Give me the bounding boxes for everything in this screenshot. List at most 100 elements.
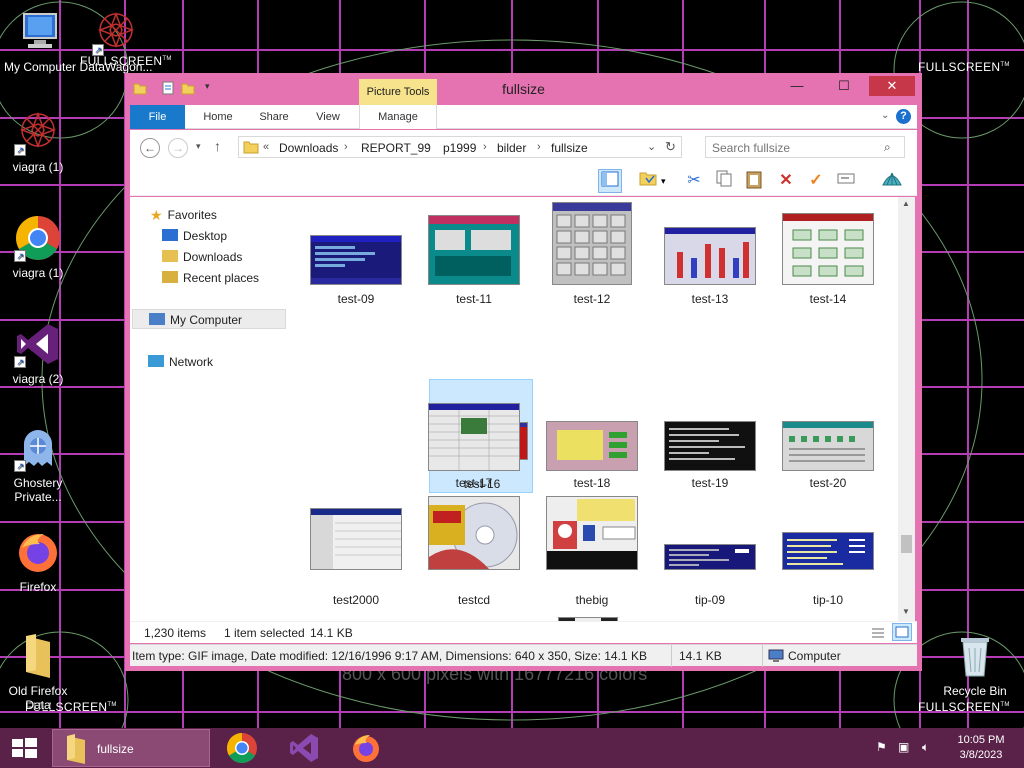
tab-view[interactable]: View [302, 105, 354, 129]
file-item[interactable]: test-17 [422, 379, 526, 493]
scroll-down-icon[interactable]: ▼ [902, 607, 910, 616]
breadcrumb-report-99[interactable]: REPORT_99 [361, 141, 431, 155]
nav-recent-places[interactable]: Recent places [162, 268, 259, 288]
breadcrumb-p1999[interactable]: p1999 [443, 141, 476, 155]
large-icons-view-icon[interactable] [892, 623, 912, 641]
desktop-icon-firefox[interactable]: Firefox [0, 528, 76, 594]
layout-pane-icon[interactable] [598, 169, 622, 193]
folder-view-icon[interactable] [636, 169, 660, 193]
file-item[interactable]: test-13 [658, 202, 762, 316]
file-item[interactable]: test2000 [304, 496, 408, 610]
file-item[interactable]: test-19 [658, 379, 762, 493]
folder-icon [243, 140, 259, 157]
file-item[interactable] [658, 613, 762, 621]
tab-file[interactable]: File [130, 105, 185, 129]
breadcrumb-bilder[interactable]: bilder [497, 141, 526, 155]
star-icon: ★ [150, 207, 163, 223]
copy-icon[interactable] [712, 169, 736, 193]
address-bar[interactable]: « Downloads › REPORT_99 › p1999 › bilder… [238, 136, 682, 158]
file-item[interactable] [304, 613, 408, 621]
details-bar: Item type: GIF image, Date modified: 12/… [130, 644, 917, 667]
file-item[interactable]: test-12 [540, 202, 644, 316]
taskbar-visual-studio[interactable] [288, 732, 320, 764]
nav-favorites[interactable]: ★ Favorites [150, 205, 217, 225]
desktop-icon-viagra-2[interactable]: ↗ viagra (2) [0, 320, 76, 386]
desktop-icon-old-firefox-data[interactable]: Old Firefox Data [0, 632, 76, 712]
network-icon [148, 355, 164, 367]
vertical-scrollbar[interactable]: ▲ ▼ [898, 197, 915, 621]
back-button[interactable]: ← [140, 138, 160, 158]
paste-icon[interactable] [742, 169, 766, 193]
maximize-button[interactable]: ☐ [821, 76, 867, 96]
breadcrumb-downloads[interactable]: Downloads [279, 141, 338, 155]
details-view-icon[interactable] [870, 625, 886, 644]
address-dropdown-icon[interactable]: ⌄ [647, 140, 656, 153]
recent-locations-icon[interactable]: ▾ [196, 141, 201, 152]
help-icon[interactable]: ? [896, 109, 911, 124]
desktop-icon-label: Recycle Bin [943, 684, 1007, 698]
up-button[interactable]: ↑ [214, 138, 221, 154]
desktop-icon-viagra-1-chrome[interactable]: ↗ viagra (1) [0, 214, 76, 280]
thumbnail-image [310, 235, 402, 285]
forward-button[interactable]: → [168, 138, 188, 158]
desktop-icon-recycle-bin[interactable]: Recycle Bin [937, 632, 1013, 698]
file-item[interactable] [422, 613, 526, 621]
title-bar[interactable]: ▾ fullsize Picture Tools — ☐ ✕ [125, 73, 922, 105]
file-item[interactable]: TRITO [540, 613, 644, 621]
nav-downloads[interactable]: Downloads [162, 247, 242, 267]
file-item[interactable]: tip-09 [658, 496, 762, 610]
taskbar-file-explorer[interactable]: fullsize [52, 729, 210, 767]
file-item[interactable]: test-18 [540, 379, 644, 493]
nav-desktop[interactable]: Desktop [162, 226, 227, 246]
breadcrumb-overflow[interactable]: « [263, 141, 269, 153]
check-icon[interactable]: ✓ [804, 169, 828, 193]
dropdown-icon[interactable]: ▾ [661, 176, 666, 187]
taskbar-chrome[interactable] [226, 732, 258, 764]
start-button[interactable] [0, 728, 48, 768]
file-item[interactable]: testcd [422, 496, 526, 610]
cut-icon[interactable]: ✂ [682, 169, 706, 193]
file-item[interactable]: tip-10 [776, 496, 880, 610]
minimize-button[interactable]: — [775, 76, 819, 96]
nav-my-computer[interactable]: My Computer [132, 309, 286, 329]
shell-icon[interactable] [880, 169, 904, 193]
refresh-icon[interactable]: ↻ [665, 139, 676, 155]
file-item[interactable]: test-09 [304, 202, 408, 316]
desktop-icon-my-computer[interactable]: My Computer [2, 8, 78, 74]
search-input[interactable] [712, 140, 872, 155]
search-box[interactable]: ⌕ [705, 136, 905, 158]
taskbar-firefox[interactable] [350, 732, 382, 764]
file-item[interactable] [776, 613, 880, 621]
search-icon[interactable]: ⌕ [884, 140, 891, 155]
desktop-icon-ghostery[interactable]: ↗ Ghostery Private... [0, 424, 76, 504]
tab-home[interactable]: Home [192, 105, 244, 129]
file-item[interactable]: thebig [540, 496, 644, 610]
tab-share[interactable]: Share [248, 105, 300, 129]
rename-icon[interactable] [834, 169, 858, 193]
breadcrumb-separator: › [344, 141, 348, 153]
scrollbar-thumb[interactable] [901, 535, 912, 553]
details-location: Computer [788, 649, 841, 663]
expand-ribbon-icon[interactable]: ⌄ [881, 110, 889, 121]
folder-icon [67, 734, 85, 764]
network-tray-icon[interactable]: ▣ [898, 740, 909, 754]
volume-icon[interactable]: 🔈︎ [922, 740, 929, 755]
action-center-flag-icon[interactable]: ⚑ [876, 740, 887, 754]
file-item[interactable]: test-20 [776, 379, 880, 493]
file-item[interactable]: test-11 [422, 202, 526, 316]
ribbon-tabs: File Home Share View Manage ⌄ ? [130, 105, 917, 129]
breadcrumb-fullsize[interactable]: fullsize [551, 141, 588, 155]
desktop-icon-datawagon[interactable]: ↗ DataWagon... [78, 8, 154, 74]
desktop-icon-viagra-1[interactable]: ↗ viagra (1) [0, 108, 76, 174]
delete-icon[interactable]: ✕ [774, 169, 798, 193]
shortcut-arrow-icon: ↗ [14, 250, 26, 262]
nav-network[interactable]: Network [148, 352, 213, 372]
nav-label: Network [169, 355, 214, 369]
file-item[interactable]: test-14 [776, 202, 880, 316]
file-name: test-09 [337, 292, 375, 306]
tab-manage[interactable]: Manage [359, 105, 437, 129]
shortcut-arrow-icon: ↗ [92, 44, 104, 56]
close-button[interactable]: ✕ [869, 76, 915, 96]
clock[interactable]: 10:05 PM 3/8/2023 [950, 733, 1012, 763]
scroll-up-icon[interactable]: ▲ [902, 199, 910, 208]
